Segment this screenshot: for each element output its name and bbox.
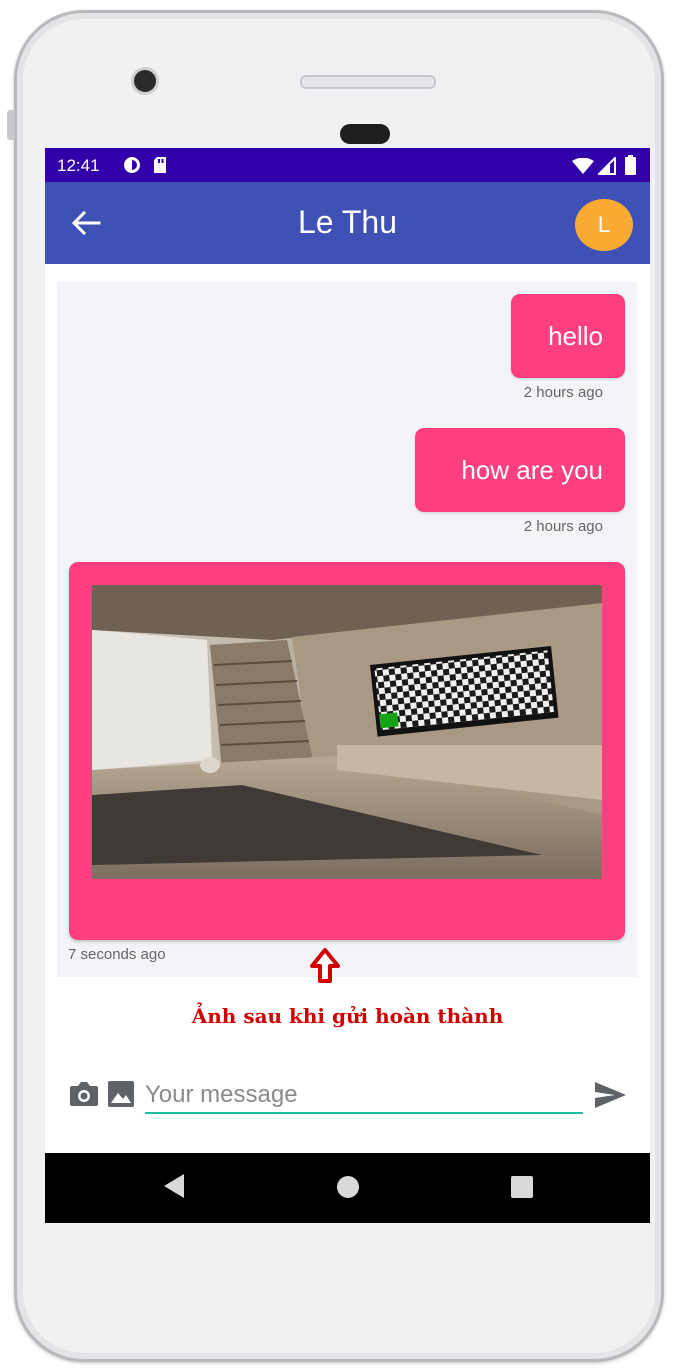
message-text: how are you	[461, 455, 603, 485]
system-nav-bar	[45, 1153, 650, 1223]
message-list[interactable]: hello 2 hours ago how are you 2 hours ag…	[57, 282, 637, 977]
message-timestamp: 2 hours ago	[523, 518, 603, 535]
status-bar: 12:41	[45, 148, 650, 182]
sent-photo[interactable]	[92, 585, 602, 879]
nav-home-icon[interactable]	[336, 1175, 360, 1199]
send-icon[interactable]	[593, 1080, 627, 1110]
phone-side-button	[7, 110, 15, 140]
message-timestamp: 7 seconds ago	[68, 946, 166, 963]
annotation-caption: Ảnh sau khi gửi hoàn thành	[191, 1004, 504, 1028]
image-message-bubble[interactable]	[69, 562, 625, 940]
nav-back-icon[interactable]	[163, 1173, 185, 1199]
battery-icon	[625, 155, 636, 175]
cell-signal-icon	[598, 157, 616, 175]
room-photo-image	[92, 585, 602, 879]
sd-card-icon	[154, 157, 166, 173]
data-saver-icon	[124, 157, 140, 173]
message-input[interactable]	[145, 1078, 583, 1114]
avatar[interactable]: L	[575, 199, 633, 251]
image-icon[interactable]	[107, 1080, 135, 1108]
message-composer	[45, 1068, 650, 1148]
up-arrow-icon	[310, 948, 340, 983]
app-screen: 12:41 Le Thu L hello 2 hours ago how are…	[45, 148, 650, 1223]
message-text: hello	[548, 321, 603, 351]
chat-title: Le Thu	[297, 204, 398, 240]
message-timestamp: 2 hours ago	[523, 384, 603, 401]
earpiece-speaker	[300, 75, 436, 89]
message-bubble[interactable]: how are you	[415, 428, 625, 512]
message-bubble[interactable]: hello	[511, 294, 625, 378]
status-time: 12:41	[57, 156, 100, 175]
front-camera	[134, 70, 156, 92]
nav-recents-icon[interactable]	[511, 1176, 533, 1198]
camera-icon[interactable]	[69, 1080, 99, 1108]
app-bar: Le Thu L	[45, 182, 650, 264]
proximity-sensor	[340, 124, 390, 144]
wifi-icon	[572, 158, 594, 174]
